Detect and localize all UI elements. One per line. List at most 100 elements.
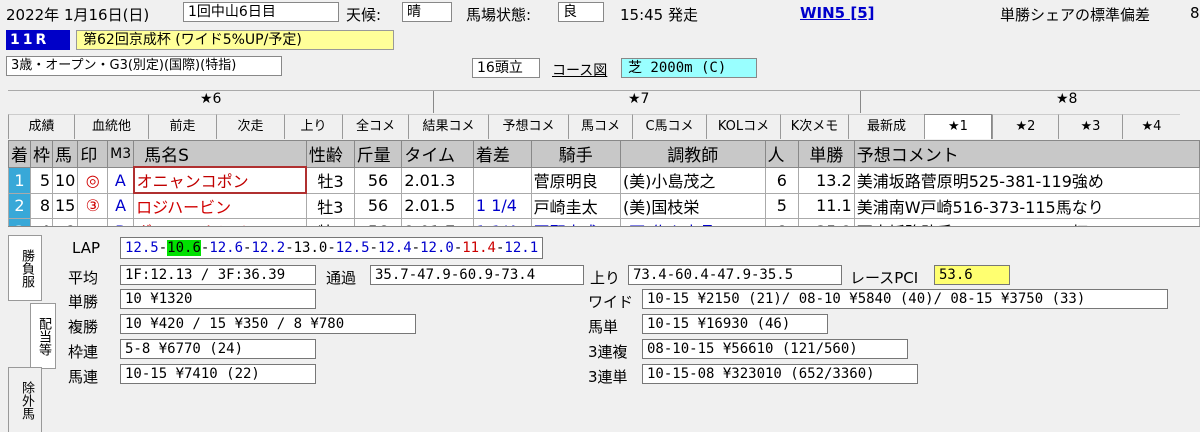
umatan-label: 馬単 [588, 318, 619, 336]
tab-prediction-comments[interactable]: 予想コメ [488, 114, 568, 139]
track-label: 馬場状態: [466, 6, 532, 24]
fukusho-field: 10 ¥420 / 15 ¥350 / 8 ¥780 [120, 314, 416, 334]
trainer-cell: (美)小島茂之 [619, 166, 766, 194]
col-header[interactable]: 着差 [472, 140, 532, 168]
jockey-cell: 戸崎圭太 [530, 192, 621, 219]
time-cell: 2.01.3 [401, 166, 474, 194]
sex-age-cell: 牡3 [305, 192, 355, 219]
start-time: 15:45 発走 [620, 6, 698, 24]
col-header[interactable]: 印 [77, 140, 109, 168]
col-header[interactable]: 予想コメント [853, 140, 1200, 168]
lap-separator: - [158, 240, 168, 256]
tab-star1[interactable]: ★1 [924, 114, 992, 139]
tab-group-divider [433, 91, 434, 113]
weather-label: 天候: [346, 6, 382, 24]
col-header[interactable]: M3 [107, 140, 135, 168]
tab-zenso[interactable]: 前走 [148, 114, 216, 139]
umaren-label: 馬連 [68, 368, 99, 386]
avg-field: 1F:12.13 / 3F:36.39 [120, 265, 316, 285]
lap-split: 13.0 [293, 240, 328, 256]
umaren-field: 10-15 ¥7410 (22) [120, 364, 316, 384]
tab-star4[interactable]: ★4 [1122, 114, 1180, 139]
race-date: 2022年 1月16日(日) [6, 6, 150, 24]
table-header-row: 着 枠 馬 印 M3 馬名S 性齢 斤量 タイム 着差 騎手 調教師 人 単勝 … [8, 140, 1200, 168]
side-tab-payout[interactable]: 配当等 [30, 303, 56, 369]
mark-cell: ③ [77, 192, 109, 219]
sanrenpuku-label: 3連複 [588, 343, 628, 361]
race-conditions: 3歳・オープン・G3(別定)(国際)(特指) [6, 56, 282, 76]
share-label: 単勝シェアの標準偏差 [1000, 6, 1151, 24]
course-map-link[interactable]: コース図 [552, 60, 607, 80]
tab-star3[interactable]: ★3 [1058, 114, 1122, 139]
race-number-badge: 11R [6, 30, 70, 50]
horse-name-cell[interactable]: オニャンコポン [132, 166, 308, 194]
comment-cell: 美浦坂路菅原明525-381-119強め [853, 166, 1200, 194]
tab-kol-comments[interactable]: KOLコメ [706, 114, 780, 139]
tab-c-horse-comments[interactable]: C馬コメ [632, 114, 706, 139]
wide-field: 10-15 ¥2150 (21)/ 08-10 ¥5840 (40)/ 08-1… [642, 289, 1168, 309]
tab-star2[interactable]: ★2 [992, 114, 1058, 139]
tab-group-divider [860, 91, 861, 113]
lap-values: 12.5-10.6-12.6-12.2-13.0-12.5-12.4-12.0-… [120, 237, 544, 259]
popularity-cell: 6 [764, 166, 800, 194]
waku-cell: 5 [30, 166, 53, 194]
tab-bar: ★6 ★7 ★8 成績 血統他 前走 次走 上り 全コメ 結果コメ 予想コメ 馬… [8, 90, 1200, 139]
col-header[interactable]: 着 [8, 140, 31, 168]
side-tab-scratched[interactable]: 除外馬 [8, 367, 42, 432]
umatan-field: 10-15 ¥16930 (46) [642, 314, 828, 334]
side-tab-silks[interactable]: 勝負服 [8, 235, 42, 301]
tab-ketto[interactable]: 血統他 [74, 114, 148, 139]
col-header[interactable]: 単勝 [798, 140, 855, 168]
col-header[interactable]: 馬 [51, 140, 79, 168]
tansho-field: 10 ¥1320 [120, 289, 316, 309]
tab-seiseki[interactable]: 成績 [8, 114, 74, 139]
col-header[interactable]: 枠 [30, 140, 53, 168]
col-header[interactable]: 性齢 [305, 140, 355, 168]
odds-cell: 13.2 [798, 166, 855, 194]
rank-cell: 1 [8, 166, 31, 194]
col-header[interactable]: 人 [764, 140, 800, 168]
lap-separator: - [453, 240, 463, 256]
sanrenpuku-field: 08-10-15 ¥56610 (121/560) [642, 339, 908, 359]
tab-all-comments[interactable]: 全コメ [342, 114, 408, 139]
meeting-field: 1回中山6日目 [183, 2, 339, 22]
col-header[interactable]: 馬名S [133, 140, 307, 168]
col-header[interactable]: 斤量 [353, 140, 403, 168]
lap-separator: - [285, 240, 294, 256]
m3-cell: A [107, 166, 135, 194]
rank-cell: 2 [8, 192, 31, 219]
lap-split: 12.5 [125, 240, 159, 256]
lap-split: 12.2 [251, 240, 286, 256]
tab-group-label-6: ★6 [200, 91, 222, 107]
share-value: 8 [1190, 4, 1200, 22]
col-header[interactable]: 調教師 [619, 140, 766, 168]
col-header[interactable]: タイム [401, 140, 474, 168]
weight-cell: 56 [353, 166, 403, 194]
pci-field: 53.6 [934, 265, 1010, 285]
sanrentan-label: 3連単 [588, 368, 628, 386]
payout-panel: 勝負服 配当等 除外馬 LAP 12.5-10.6-12.6-12.2-13.0… [8, 226, 1200, 432]
tab-latest[interactable]: 最新成 [848, 114, 924, 139]
runner-count: 16頭立 [472, 58, 540, 78]
tab-result-comments[interactable]: 結果コメ [408, 114, 488, 139]
horse-number-cell: 10 [51, 166, 79, 194]
tab-group-label-8: ★8 [1056, 91, 1078, 107]
wakuren-label: 枠連 [68, 343, 99, 361]
lap-split: 12.4 [377, 240, 412, 256]
sex-age-cell: 牡3 [305, 166, 355, 194]
col-header[interactable]: 騎手 [530, 140, 621, 168]
tab-horse-comments[interactable]: 馬コメ [568, 114, 632, 139]
tab-agari[interactable]: 上り [284, 114, 342, 139]
time-cell: 2.01.5 [401, 192, 474, 219]
waku-cell: 8 [30, 192, 53, 219]
horse-number-cell: 15 [51, 192, 79, 219]
table-row[interactable]: 1 5 10 ◎ A オニャンコポン 牡3 56 2.01.3 菅原明良 (美)… [8, 166, 1200, 194]
tab-k-next-memo[interactable]: K次メモ [780, 114, 848, 139]
tab-row: 成績 血統他 前走 次走 上り 全コメ 結果コメ 予想コメ 馬コメ C馬コメ K… [8, 114, 1180, 139]
pci-label: レースPCI [850, 269, 919, 287]
table-row[interactable]: 2 8 15 ③ A ロジハービン 牡3 56 2.01.5 1 1/4 戸崎圭… [8, 192, 1200, 219]
agari-label: 上り [590, 269, 621, 287]
horse-name-cell[interactable]: ロジハービン [133, 192, 307, 219]
win5-link[interactable]: WIN5 [5] [800, 4, 875, 22]
tab-jiso[interactable]: 次走 [216, 114, 284, 139]
